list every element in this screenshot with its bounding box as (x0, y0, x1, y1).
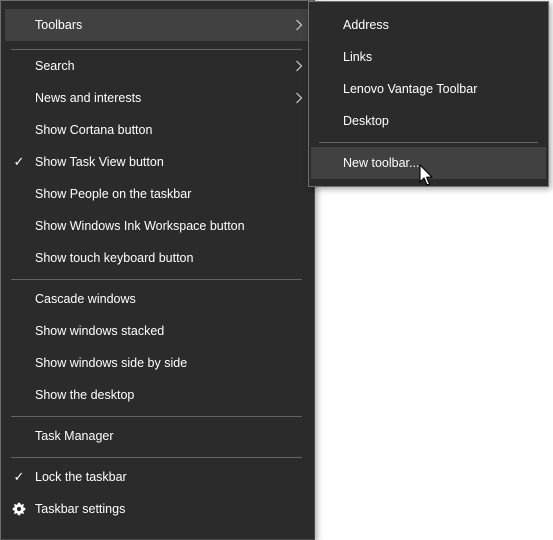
menu-item-label: Cascade windows (35, 292, 136, 306)
menu-item-label: Taskbar settings (35, 502, 126, 516)
submenu-item-label: Links (343, 50, 373, 64)
menu-item-show-touch-keyboard[interactable]: Show touch keyboard button (5, 242, 310, 274)
menu-item-task-manager[interactable]: Task Manager (5, 420, 310, 452)
menu-item-toolbars[interactable]: Toolbars (5, 9, 310, 41)
submenu-item-address[interactable]: Address (313, 9, 544, 41)
menu-item-label: Lock the taskbar (35, 470, 127, 484)
menu-item-label: Toolbars (35, 18, 83, 32)
menu-item-label: Show windows side by side (35, 356, 188, 370)
menu-item-label: Show Windows Ink Workspace button (35, 219, 245, 233)
menu-item-lock-the-taskbar[interactable]: ✓ Lock the taskbar (5, 461, 310, 493)
taskbar-context-menu: Toolbars Search News and interests Show … (0, 0, 315, 540)
menu-separator (11, 279, 302, 280)
menu-item-taskbar-settings[interactable]: Taskbar settings (5, 493, 310, 525)
menu-item-show-task-view[interactable]: ✓ Show Task View button (5, 146, 310, 178)
checkmark-icon: ✓ (13, 154, 25, 169)
menu-item-label: Show Task View button (35, 155, 164, 169)
submenu-item-desktop[interactable]: Desktop (313, 105, 544, 137)
menu-item-show-the-desktop[interactable]: Show the desktop (5, 379, 310, 411)
menu-item-news-and-interests[interactable]: News and interests (5, 82, 310, 114)
menu-item-label: Task Manager (35, 429, 114, 443)
checkmark-icon: ✓ (13, 469, 25, 484)
submenu-item-label: Desktop (343, 114, 389, 128)
submenu-item-label: Lenovo Vantage Toolbar (343, 82, 478, 96)
menu-item-search[interactable]: Search (5, 50, 310, 82)
submenu-item-label: New toolbar... (343, 156, 420, 170)
menu-item-show-people[interactable]: Show People on the taskbar (5, 178, 310, 210)
menu-separator (319, 142, 538, 143)
menu-item-show-cortana[interactable]: Show Cortana button (5, 114, 310, 146)
gear-icon (9, 493, 29, 525)
menu-item-cascade-windows[interactable]: Cascade windows (5, 283, 310, 315)
submenu-item-lenovo-vantage-toolbar[interactable]: Lenovo Vantage Toolbar (313, 73, 544, 105)
menu-item-label: Show the desktop (35, 388, 135, 402)
menu-separator (11, 416, 302, 417)
menu-item-show-windows-side-by-side[interactable]: Show windows side by side (5, 347, 310, 379)
chevron-right-icon (292, 50, 306, 82)
mouse-pointer-icon (419, 164, 435, 188)
menu-item-label: Show windows stacked (35, 324, 165, 338)
chevron-right-icon (292, 82, 306, 114)
menu-item-label: Search (35, 59, 75, 73)
menu-item-show-windows-stacked[interactable]: Show windows stacked (5, 315, 310, 347)
menu-item-show-ink-workspace[interactable]: Show Windows Ink Workspace button (5, 210, 310, 242)
menu-item-label: Show touch keyboard button (35, 251, 194, 265)
menu-item-label: Show People on the taskbar (35, 187, 192, 201)
submenu-item-links[interactable]: Links (313, 41, 544, 73)
menu-separator (11, 457, 302, 458)
menu-item-label: Show Cortana button (35, 123, 153, 137)
submenu-item-label: Address (343, 18, 389, 32)
toolbars-submenu: Address Links Lenovo Vantage Toolbar Des… (308, 1, 549, 187)
menu-item-label: News and interests (35, 91, 142, 105)
chevron-right-icon (292, 9, 306, 41)
